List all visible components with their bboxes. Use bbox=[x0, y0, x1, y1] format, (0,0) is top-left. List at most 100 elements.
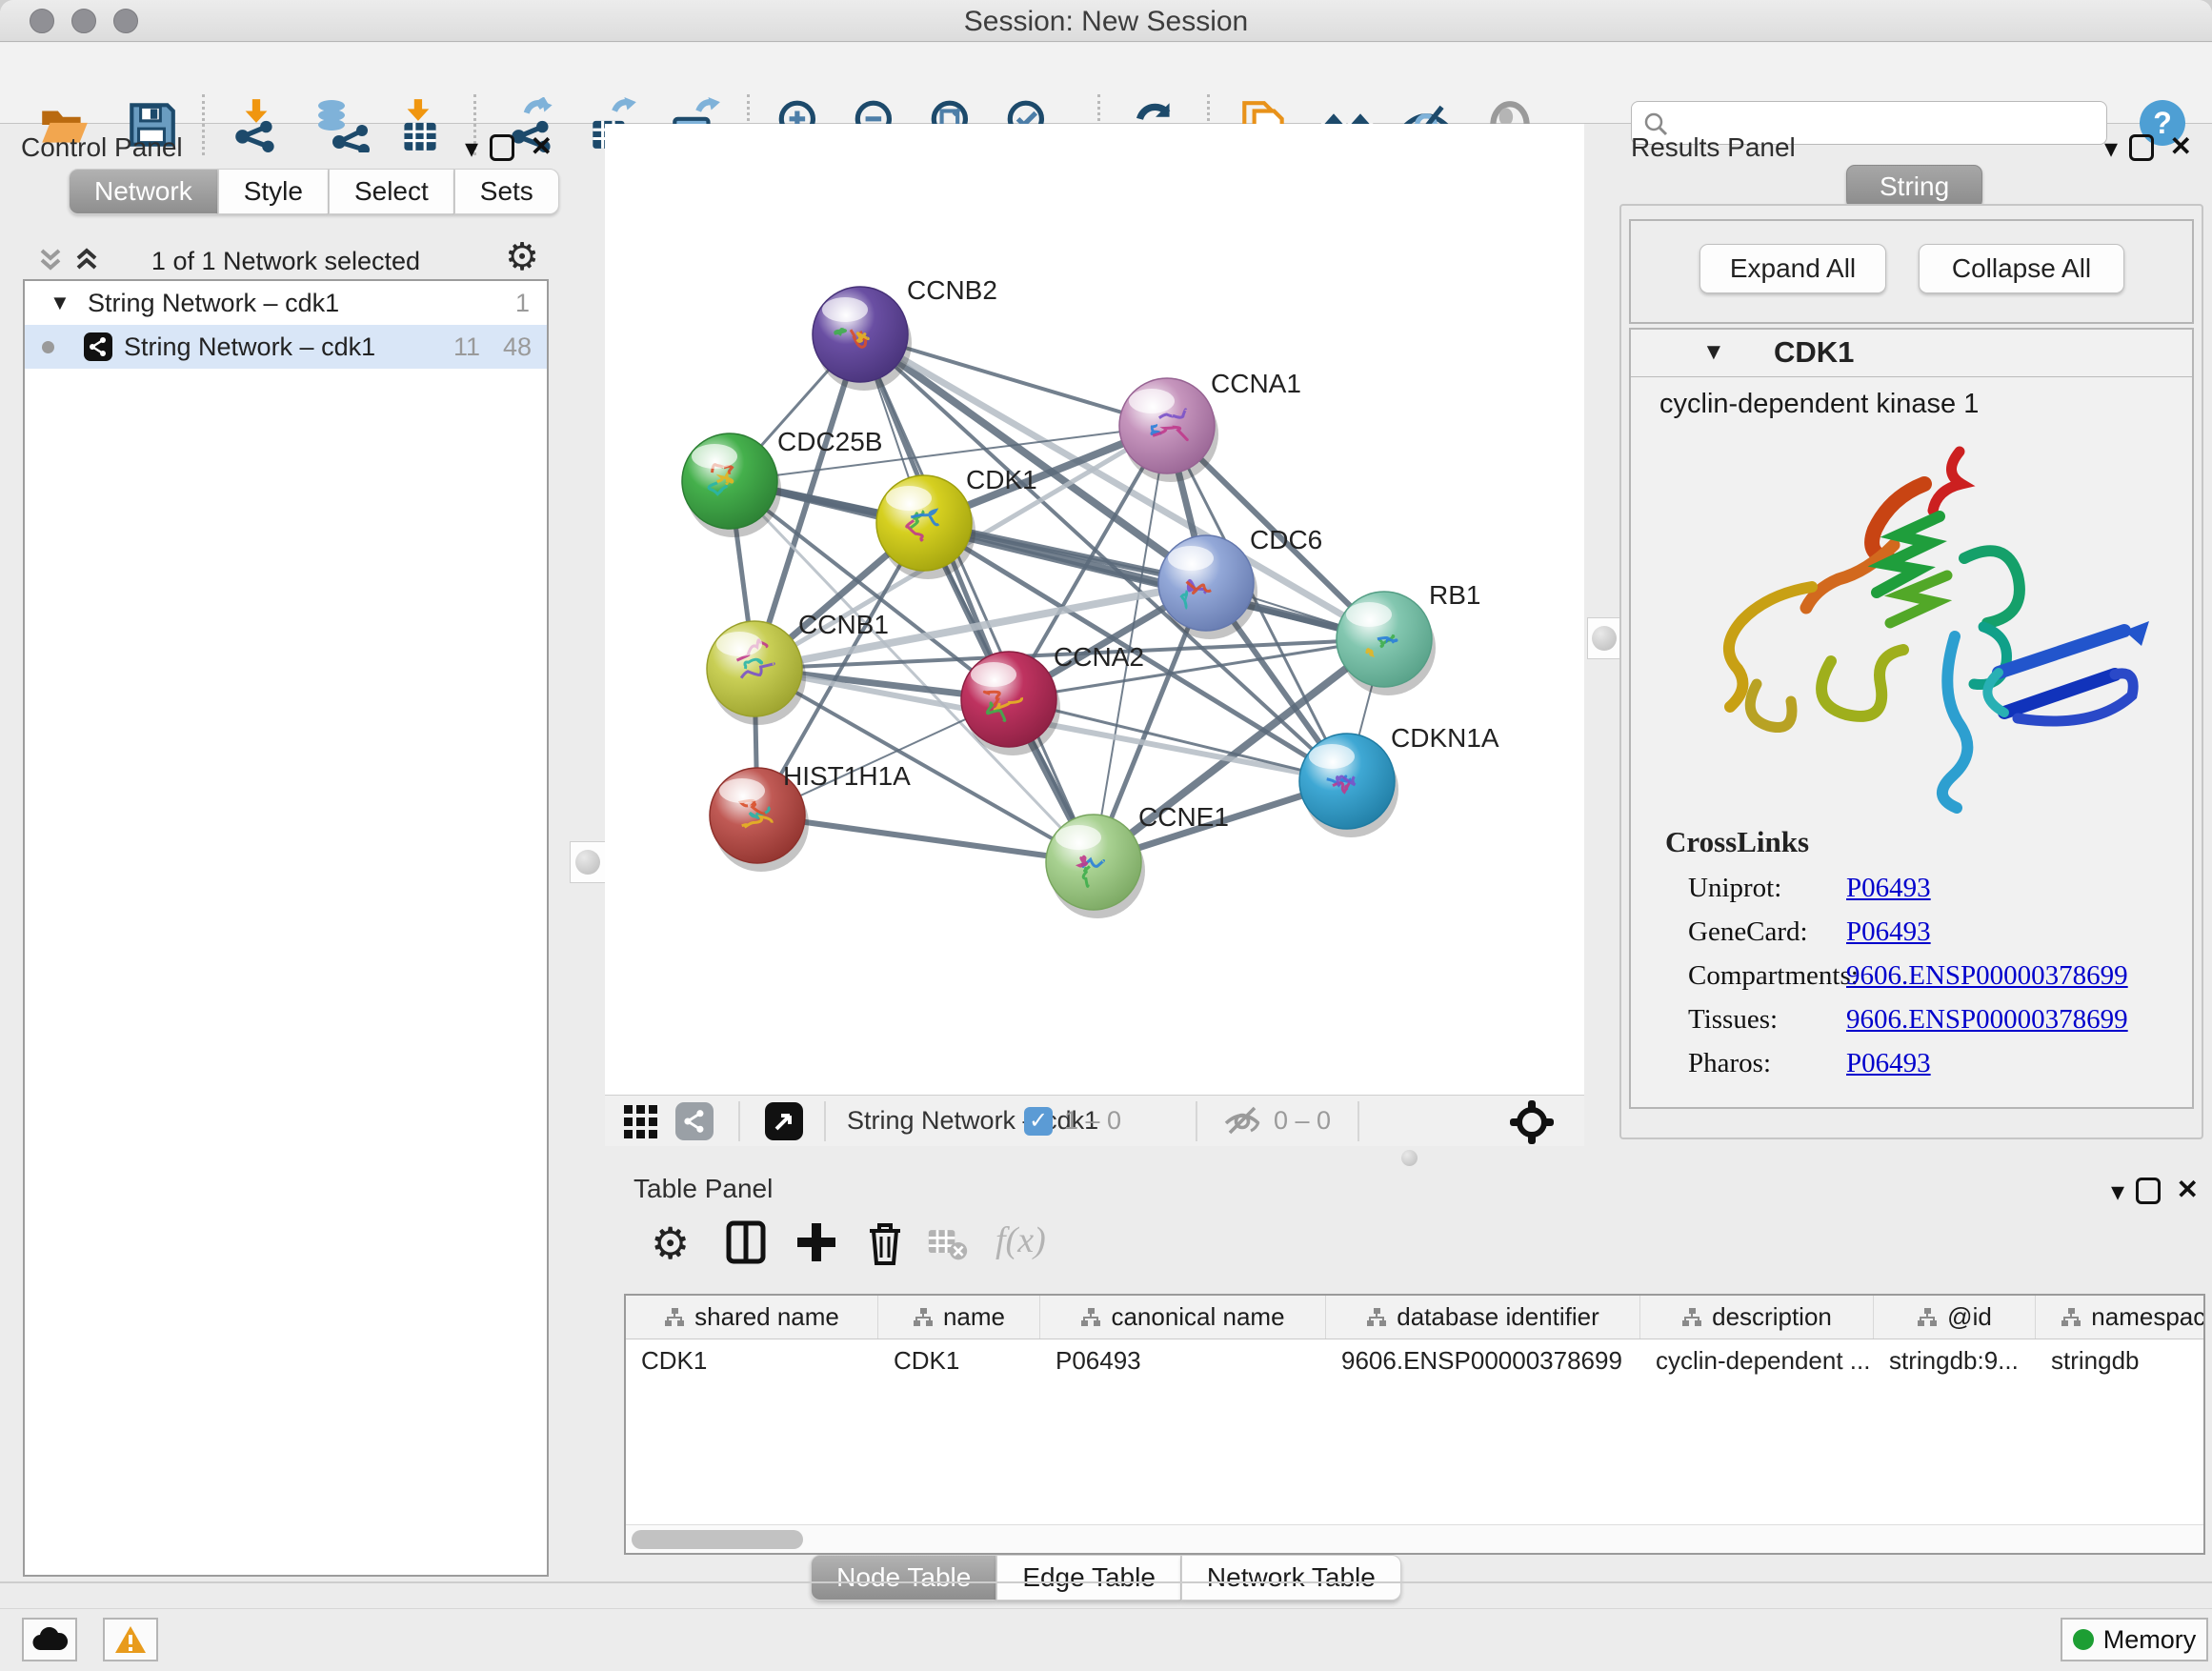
cloud-services-button[interactable] bbox=[22, 1618, 77, 1661]
table-cell[interactable]: P06493 bbox=[1040, 1339, 1326, 1381]
crosslink-row: GeneCard:P06493 bbox=[1665, 916, 2180, 960]
add-column-icon[interactable] bbox=[792, 1218, 841, 1267]
tab-network[interactable]: Network bbox=[69, 169, 218, 214]
memory-status-dot bbox=[2073, 1629, 2094, 1650]
network-collection-label: String Network – cdk1 bbox=[88, 281, 339, 325]
crosslink-link[interactable]: P06493 bbox=[1846, 916, 1931, 960]
column-header-name[interactable]: name bbox=[878, 1296, 1040, 1339]
column-header-description[interactable]: description bbox=[1640, 1296, 1874, 1339]
table-cell[interactable]: cyclin-dependent ... bbox=[1640, 1339, 1874, 1381]
warnings-button[interactable] bbox=[103, 1618, 158, 1661]
node-count: 11 bbox=[453, 325, 480, 369]
tab-string[interactable]: String bbox=[1846, 165, 1982, 209]
close-panel-icon[interactable]: ✕ bbox=[2170, 131, 2192, 162]
table-body: CDK1CDK1P064939606.ENSP00000378699cyclin… bbox=[626, 1339, 2203, 1381]
column-header-database-identifier[interactable]: database identifier bbox=[1326, 1296, 1640, 1339]
node-gloss bbox=[971, 662, 1016, 687]
node-label-CDKN1A: CDKN1A bbox=[1391, 723, 1499, 753]
node-gloss bbox=[886, 486, 932, 511]
control-panel-tabs: NetworkStyleSelectSets bbox=[69, 169, 559, 214]
main-toolbar: ? bbox=[0, 43, 2212, 124]
network-graph: CCNB2CCNA1CDC25BCDK1CDC6RB1CCNB1CCNA2CDK… bbox=[605, 124, 1584, 1095]
crosslink-row: Uniprot:P06493 bbox=[1665, 873, 2180, 916]
current-network-dot bbox=[42, 341, 54, 353]
close-panel-icon[interactable]: ✕ bbox=[2177, 1174, 2199, 1205]
tab-select[interactable]: Select bbox=[329, 169, 454, 214]
birds-eye-view-icon[interactable] bbox=[624, 1105, 658, 1139]
float-panel-icon[interactable]: ▾ bbox=[465, 132, 478, 164]
show-columns-icon[interactable] bbox=[721, 1218, 771, 1267]
column-header--id[interactable]: @id bbox=[1874, 1296, 2036, 1339]
delete-table-icon[interactable] bbox=[927, 1218, 969, 1267]
table-options-gear-icon[interactable]: ⚙ bbox=[651, 1218, 700, 1267]
edge-count: 48 bbox=[503, 325, 532, 369]
network-label: String Network – cdk1 bbox=[124, 325, 375, 369]
results-panel-title: Results Panel bbox=[1631, 132, 1796, 163]
selected-checkbox-icon[interactable]: ✓ bbox=[1024, 1107, 1053, 1136]
node-gloss bbox=[692, 444, 737, 469]
node-gloss bbox=[719, 778, 765, 803]
tab-sets[interactable]: Sets bbox=[454, 169, 559, 214]
collapse-triangle-icon[interactable]: ▼ bbox=[1702, 339, 1725, 366]
node-label-CDC6: CDC6 bbox=[1250, 525, 1322, 554]
gene-description: cyclin-dependent kinase 1 bbox=[1659, 389, 1979, 420]
node-label-CDK1: CDK1 bbox=[966, 465, 1037, 494]
left-splitter-button[interactable] bbox=[570, 841, 606, 883]
column-header-namespace[interactable]: namespace bbox=[2036, 1296, 2205, 1339]
memory-button[interactable]: Memory bbox=[2061, 1618, 2208, 1661]
tab-edge-table[interactable]: Edge Table bbox=[996, 1555, 1181, 1601]
expand-triangle-icon[interactable]: ▼ bbox=[50, 281, 70, 325]
function-builder-icon[interactable]: f(x) bbox=[995, 1219, 1046, 1261]
network-collection-row[interactable]: ▼ String Network – cdk1 1 bbox=[25, 281, 547, 325]
node-label-HIST1H1A: HIST1H1A bbox=[783, 761, 911, 791]
crosslink-link[interactable]: P06493 bbox=[1846, 1048, 1931, 1092]
undock-panel-icon[interactable] bbox=[490, 134, 514, 161]
node-position-reset-icon[interactable] bbox=[1510, 1100, 1554, 1144]
table-cell[interactable]: stringdb bbox=[2036, 1339, 2205, 1381]
tab-style[interactable]: Style bbox=[218, 169, 329, 214]
table-cell[interactable]: stringdb:9... bbox=[1874, 1339, 2036, 1381]
hidden-eye-slash-icon[interactable] bbox=[1222, 1106, 1262, 1137]
crosslink-link[interactable]: 9606.ENSP00000378699 bbox=[1846, 1004, 2128, 1048]
tab-network-table[interactable]: Network Table bbox=[1181, 1555, 1401, 1601]
expand-all-button[interactable]: Expand All bbox=[1699, 244, 1886, 293]
undock-panel-icon[interactable] bbox=[2129, 134, 2154, 161]
network-options-gear-icon[interactable]: ⚙ bbox=[505, 235, 539, 279]
column-header-canonical-name[interactable]: canonical name bbox=[1040, 1296, 1326, 1339]
table-cell[interactable]: CDK1 bbox=[878, 1339, 1040, 1381]
crosslink-label: GeneCard: bbox=[1665, 916, 1846, 960]
network-canvas[interactable]: CCNB2CCNA1CDC25BCDK1CDC6RB1CCNB1CCNA2CDK… bbox=[605, 124, 1584, 1095]
float-panel-icon[interactable]: ▾ bbox=[2111, 1176, 2124, 1207]
cloud-icon bbox=[31, 1627, 68, 1652]
collapse-all-button[interactable]: Collapse All bbox=[1919, 244, 2124, 293]
table-toolbar: ⚙ f(x) bbox=[614, 1214, 2205, 1277]
table-panel-title: Table Panel bbox=[633, 1174, 773, 1204]
delete-column-trash-icon[interactable] bbox=[860, 1218, 910, 1267]
gene-card-header[interactable]: ▼ CDK1 bbox=[1631, 330, 2192, 377]
crosslink-link[interactable]: P06493 bbox=[1846, 873, 1931, 916]
statusbar-separator bbox=[1357, 1101, 1359, 1141]
network-view-statusbar: String Network – cdk1 ✓ 1 – 0 0 – 0 bbox=[605, 1095, 1584, 1146]
tab-node-table[interactable]: Node Table bbox=[811, 1555, 996, 1601]
expand-collapse-box: Expand All Collapse All bbox=[1629, 219, 2194, 324]
bottom-splitter-button[interactable] bbox=[1393, 1150, 1425, 1166]
table-row[interactable]: CDK1CDK1P064939606.ENSP00000378699cyclin… bbox=[626, 1339, 2203, 1381]
scrollbar-thumb[interactable] bbox=[632, 1530, 803, 1549]
column-header-shared-name[interactable]: shared name bbox=[626, 1296, 878, 1339]
node-label-CDC25B: CDC25B bbox=[777, 427, 882, 456]
crosslink-link[interactable]: 9606.ENSP00000378699 bbox=[1846, 960, 2128, 1004]
open-in-window-icon[interactable] bbox=[765, 1102, 803, 1140]
application-window: Session: New Session bbox=[0, 0, 2212, 1671]
table-header-row: shared namenamecanonical namedatabase id… bbox=[626, 1296, 2203, 1339]
string-network-badge-icon[interactable] bbox=[675, 1102, 714, 1140]
close-panel-icon[interactable]: ✕ bbox=[531, 131, 553, 162]
network-row-selected[interactable]: String Network – cdk1 11 48 bbox=[25, 325, 547, 369]
table-cell[interactable]: CDK1 bbox=[626, 1339, 878, 1381]
undock-panel-icon[interactable] bbox=[2136, 1178, 2161, 1204]
table-horizontal-scrollbar[interactable] bbox=[626, 1524, 2203, 1553]
crosslinks-section: CrossLinks Uniprot:P06493GeneCard:P06493… bbox=[1665, 825, 2180, 1092]
right-splitter-button[interactable] bbox=[1587, 617, 1621, 659]
table-cell[interactable]: 9606.ENSP00000378699 bbox=[1326, 1339, 1640, 1381]
network-list: ▼ String Network – cdk1 1 String Network… bbox=[23, 279, 549, 1577]
float-panel-icon[interactable]: ▾ bbox=[2104, 132, 2118, 164]
